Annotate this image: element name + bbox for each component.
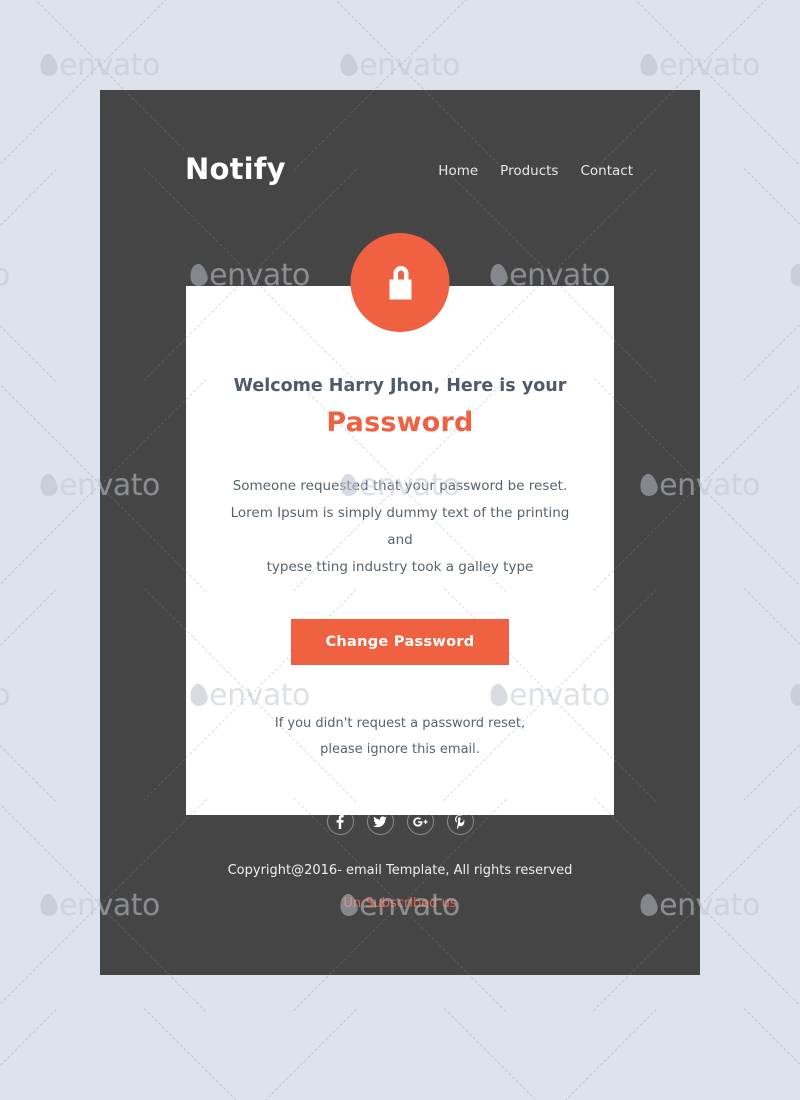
card-title: Welcome Harry Jhon, Here is your Passwor… xyxy=(226,374,574,443)
watermark-mark: envato xyxy=(337,47,460,83)
envato-leaf-icon xyxy=(37,892,60,918)
card-body: Someone requested that your password be … xyxy=(226,473,574,581)
twitter-icon xyxy=(373,815,387,827)
primary-nav: Home Products Contact xyxy=(438,163,633,179)
watermark-tile: envato xyxy=(0,588,100,802)
envato-leaf-icon xyxy=(337,52,360,78)
card-body-line-1: Someone requested that your password be … xyxy=(232,477,568,494)
watermark-tile: envato xyxy=(0,1008,100,1100)
watermark-rays xyxy=(420,1008,680,1100)
watermark-rays xyxy=(720,588,800,802)
watermark-tile: envato xyxy=(0,168,100,382)
envato-leaf-icon xyxy=(637,52,660,78)
watermark-mark: envato xyxy=(0,678,10,713)
card-title-greeting: Welcome Harry Jhon, Here is your xyxy=(233,376,567,396)
email-container: Notify Home Products Contact Welcome Har… xyxy=(100,90,700,975)
card-body-line-2: Lorem Ipsum is simply dummy text of the … xyxy=(230,504,570,548)
watermark-mark: envato xyxy=(37,47,160,83)
watermark-rays xyxy=(0,1008,80,1100)
watermark-text: envato xyxy=(0,257,10,293)
watermark-text: envato xyxy=(59,47,160,83)
nav-item-products[interactable]: Products xyxy=(500,163,558,179)
watermark-text: envato xyxy=(359,47,460,83)
watermark-rays xyxy=(720,168,800,382)
watermark-mark: envato xyxy=(787,258,800,293)
card-note-line-2: please ignore this email. xyxy=(320,741,480,757)
pinterest-icon xyxy=(455,814,465,829)
card-note: If you didn't request a password reset, … xyxy=(226,711,574,763)
lock-badge xyxy=(350,233,450,332)
watermark-tile: envato xyxy=(400,1008,700,1100)
password-reset-card: Welcome Harry Jhon, Here is your Passwor… xyxy=(186,286,614,815)
nav-item-home[interactable]: Home xyxy=(438,163,478,179)
watermark-rays xyxy=(0,168,80,382)
padlock-open-icon xyxy=(389,265,411,299)
watermark-tile: envato xyxy=(700,168,800,382)
google-plus-icon xyxy=(412,816,428,827)
change-password-button[interactable]: Change Password xyxy=(291,618,509,665)
watermark-tile: envato xyxy=(700,588,800,802)
brand-logo: Notify xyxy=(185,152,286,186)
card-body-line-3: typese tting industry took a galley type xyxy=(266,558,534,575)
email-header: Notify Home Products Contact xyxy=(100,90,700,215)
envato-leaf-icon xyxy=(37,472,60,498)
watermark-mark: envato xyxy=(787,678,800,713)
card-note-line-1: If you didn't request a password reset, xyxy=(274,715,526,731)
watermark-text: envato xyxy=(659,47,760,83)
envato-leaf-icon xyxy=(37,52,60,78)
unsubscribe-link[interactable]: Un Subscribed us xyxy=(343,896,456,911)
watermark-rays xyxy=(120,1008,380,1100)
watermark-rays xyxy=(0,588,80,802)
watermark-tile: envato xyxy=(100,1008,400,1100)
envato-leaf-icon xyxy=(787,262,800,288)
watermark-mark: envato xyxy=(637,47,760,83)
copyright-text: Copyright@2016- email Template, All righ… xyxy=(227,863,573,878)
watermark-rays xyxy=(720,1008,800,1100)
facebook-icon xyxy=(336,814,344,829)
watermark-mark: envato xyxy=(0,258,10,293)
watermark-text: envato xyxy=(0,677,10,713)
card-title-accent: Password xyxy=(326,407,474,439)
nav-item-contact[interactable]: Contact xyxy=(580,163,633,179)
envato-leaf-icon xyxy=(787,682,800,708)
watermark-tile: envato xyxy=(700,1008,800,1100)
